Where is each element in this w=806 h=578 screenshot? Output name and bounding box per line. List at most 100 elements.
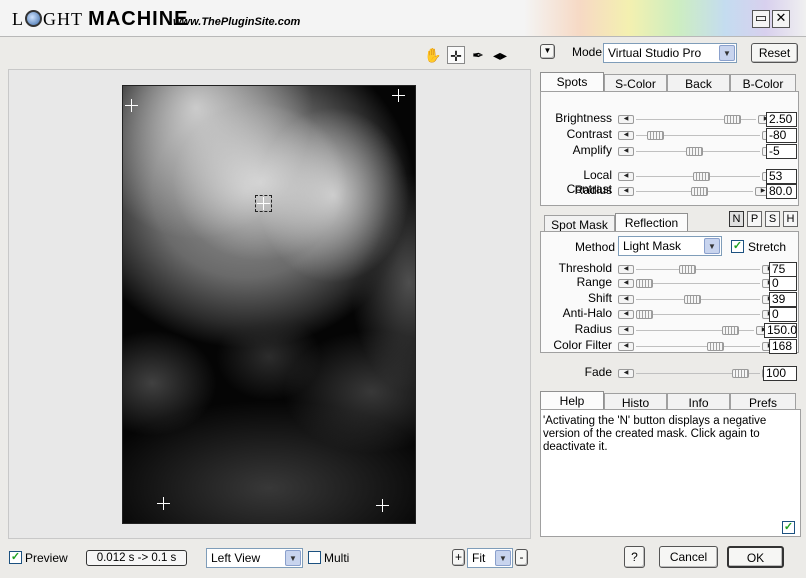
radius-slider[interactable]: ◀▶: [618, 187, 771, 196]
chevron-down-icon: ▼: [285, 550, 301, 566]
contrast-label: Contrast: [566, 127, 612, 141]
fade-value[interactable]: 100: [763, 366, 797, 381]
arrow-left-icon[interactable]: ◀: [618, 295, 634, 304]
maximize-button[interactable]: ▭: [752, 10, 770, 28]
tab-spots[interactable]: Spots: [540, 72, 604, 93]
arrow-left-icon[interactable]: ◀: [618, 131, 634, 140]
slider-rail: [636, 283, 760, 284]
radius-slider[interactable]: ◀▶: [618, 326, 772, 335]
split-arrows-icon[interactable]: ◂▸: [491, 46, 509, 64]
amplify-label: Amplify: [572, 143, 612, 157]
brightness-value[interactable]: 2.50: [766, 112, 797, 127]
site-url: www.ThePluginSite.com: [173, 16, 301, 28]
slider-thumb[interactable]: [636, 279, 653, 288]
fade-label: Fade: [584, 365, 612, 379]
mask-mode-p-button[interactable]: P: [747, 211, 762, 227]
radius-label: Radius: [574, 322, 612, 336]
color-filter-value[interactable]: 168: [769, 339, 797, 354]
color-filter-label: Color Filter: [553, 338, 612, 352]
amplify-slider[interactable]: ◀▶: [618, 147, 778, 156]
arrow-left-icon[interactable]: ◀: [618, 172, 634, 181]
slider-thumb[interactable]: [684, 295, 701, 304]
stretch-checkbox[interactable]: ✓: [731, 240, 744, 253]
anti-halo-slider[interactable]: ◀▶: [618, 310, 778, 319]
slider-thumb[interactable]: [732, 369, 749, 378]
method-label: Method: [575, 240, 616, 254]
local-contrast-slider[interactable]: ◀▶: [618, 172, 778, 181]
slider-thumb[interactable]: [647, 131, 664, 140]
radius-value[interactable]: 150.0: [764, 323, 797, 338]
shift-value[interactable]: 39: [769, 292, 797, 307]
help-text: 'Activating the 'N' button displays a ne…: [543, 415, 767, 453]
arrow-left-icon[interactable]: ◀: [618, 147, 634, 156]
collapse-button[interactable]: ▼: [540, 44, 555, 59]
shift-slider[interactable]: ◀▶: [618, 295, 778, 304]
timing-display: 0.012 s -> 0.1 s: [86, 550, 187, 566]
anti-halo-value[interactable]: 0: [769, 307, 797, 322]
arrow-left-icon[interactable]: ◀: [618, 369, 634, 378]
spot-crosshair[interactable]: [125, 99, 138, 112]
arrow-left-icon[interactable]: ◀: [618, 310, 634, 319]
range-slider[interactable]: ◀▶: [618, 279, 778, 288]
amplify-value[interactable]: -5: [766, 144, 797, 159]
chevron-down-icon: ▼: [704, 238, 720, 254]
arrow-left-icon[interactable]: ◀: [618, 115, 634, 124]
zoom-select[interactable]: Fit ▼: [467, 548, 513, 568]
arrow-left-icon[interactable]: ◀: [618, 279, 634, 288]
spot-crosshair[interactable]: [376, 499, 389, 512]
brightness-slider[interactable]: ◀▶: [618, 115, 774, 124]
contrast-slider[interactable]: ◀▶: [618, 131, 778, 140]
reset-button[interactable]: Reset: [751, 43, 798, 63]
stretch-label: Stretch: [748, 240, 787, 254]
mode-label: Mode: [572, 45, 603, 59]
help-button[interactable]: ?: [624, 546, 645, 568]
zoom-out-button[interactable]: -: [515, 549, 528, 566]
selected-spot-marker[interactable]: [255, 195, 272, 212]
threshold-label: Threshold: [558, 261, 612, 275]
threshold-value[interactable]: 75: [769, 262, 797, 277]
slider-thumb[interactable]: [691, 187, 708, 196]
slider-thumb[interactable]: [724, 115, 741, 124]
arrow-left-icon[interactable]: ◀: [618, 342, 634, 351]
help-checkbox[interactable]: ✓: [782, 521, 795, 534]
slider-thumb[interactable]: [679, 265, 696, 274]
radius-value[interactable]: 80.0: [766, 184, 797, 199]
cancel-button[interactable]: Cancel: [659, 546, 718, 568]
view-select[interactable]: Left View ▼: [206, 548, 303, 568]
arrow-left-icon[interactable]: ◀: [618, 326, 634, 335]
preview-image[interactable]: [122, 85, 416, 524]
close-button[interactable]: ✕: [772, 10, 790, 28]
slider-thumb[interactable]: [686, 147, 703, 156]
threshold-slider[interactable]: ◀▶: [618, 265, 778, 274]
shift-label: Shift: [587, 291, 612, 305]
preview-checkbox[interactable]: ✓: [9, 551, 22, 564]
crosshair-icon[interactable]: ✛: [447, 46, 465, 64]
eyedropper-icon[interactable]: ✒: [469, 46, 487, 64]
slider-rail: [636, 346, 760, 347]
method-select[interactable]: Light Mask ▼: [618, 236, 722, 256]
fade-slider[interactable]: ◀▶: [618, 369, 778, 378]
local-contrast-value[interactable]: 53: [766, 169, 797, 184]
slider-thumb[interactable]: [636, 310, 653, 319]
spot-crosshair[interactable]: [392, 89, 405, 102]
zoom-in-button[interactable]: +: [452, 549, 465, 566]
arrow-left-icon[interactable]: ◀: [618, 187, 634, 196]
color-filter-slider[interactable]: ◀▶: [618, 342, 778, 351]
range-value[interactable]: 0: [769, 276, 797, 291]
mask-mode-n-button[interactable]: N: [729, 211, 744, 227]
mask-mode-s-button[interactable]: S: [765, 211, 780, 227]
slider-thumb[interactable]: [707, 342, 724, 351]
multi-label: Multi: [324, 551, 350, 565]
mode-select[interactable]: Virtual Studio Pro ▼: [603, 43, 737, 63]
app-logo: L GHT MACHINE: [12, 8, 189, 30]
contrast-value[interactable]: -80: [766, 128, 797, 143]
mask-mode-h-button[interactable]: H: [783, 211, 798, 227]
arrow-left-icon[interactable]: ◀: [618, 265, 634, 274]
slider-thumb[interactable]: [722, 326, 739, 335]
slider-rail: [636, 314, 760, 315]
multi-checkbox[interactable]: [308, 551, 321, 564]
hand-icon[interactable]: ✋: [424, 46, 442, 64]
spot-crosshair[interactable]: [157, 497, 170, 510]
slider-thumb[interactable]: [693, 172, 710, 181]
ok-button[interactable]: OK: [727, 546, 784, 568]
